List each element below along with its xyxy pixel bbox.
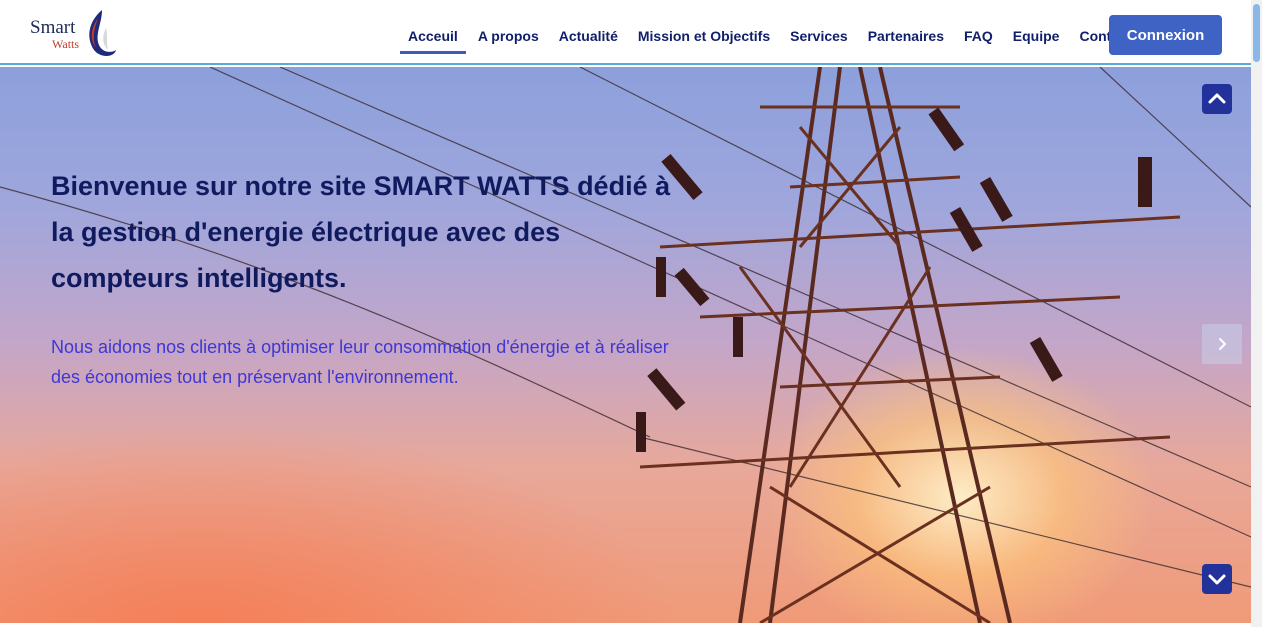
nav-item-acceuil[interactable]: Acceuil [400,0,466,65]
nav-item-mission[interactable]: Mission et Objectifs [638,0,770,65]
hero-subtitle: Nous aidons nos clients à optimiser leur… [51,337,669,387]
chevron-right-icon [1219,338,1226,350]
nav-item-partenaires[interactable]: Partenaires [868,0,944,65]
nav-item-services[interactable]: Services [790,0,848,65]
scrollbar-thumb[interactable] [1253,4,1260,62]
carousel-next-button[interactable] [1202,324,1242,364]
main-nav: Acceuil A propos Actualité Mission et Ob… [400,0,1152,65]
nav-item-actualite[interactable]: Actualité [559,0,618,65]
scroll-down-button[interactable] [1202,564,1232,594]
scroll-up-button[interactable] [1202,84,1232,114]
hero-title: Bienvenue sur notre site SMART WATTS déd… [51,171,671,293]
chevron-down-icon [1208,574,1226,585]
site-header: Smart Watts Acceuil A propos Actualité M… [0,0,1251,65]
nav-item-faq[interactable]: FAQ [964,0,993,65]
logo-text-watts: Watts [52,37,80,51]
nav-item-equipe[interactable]: Equipe [1013,0,1060,65]
hero-section: Bienvenue sur notre site SMART WATTS déd… [0,67,1251,623]
nav-item-a-propos[interactable]: A propos [478,0,539,65]
page-scrollbar[interactable] [1251,0,1262,627]
login-button[interactable]: Connexion [1109,15,1222,55]
smart-watts-logo[interactable]: Smart Watts [30,8,125,60]
chevron-up-icon [1208,93,1226,104]
logo-text-smart: Smart [30,17,76,38]
flame-logo-icon [89,10,116,56]
